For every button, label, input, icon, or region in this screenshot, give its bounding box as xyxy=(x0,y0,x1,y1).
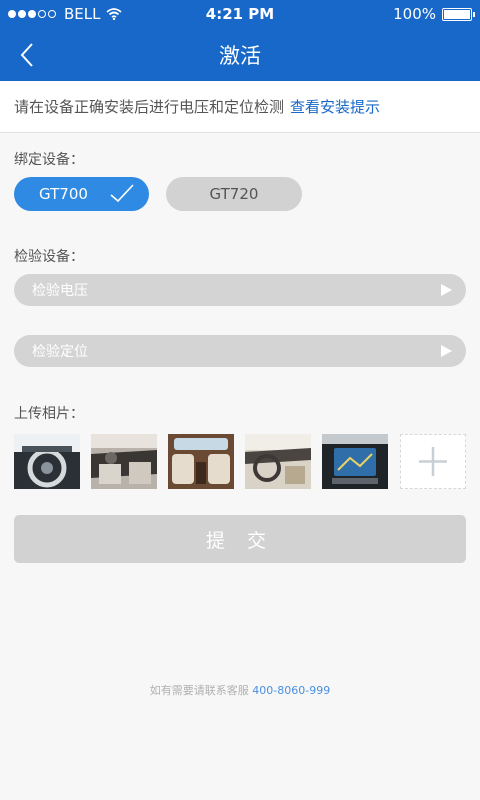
device-option-label: GT720 xyxy=(209,185,259,203)
play-icon xyxy=(441,284,452,296)
check-voltage-button[interactable]: 检验电压 xyxy=(14,274,466,306)
rear-seats-photo[interactable] xyxy=(168,434,234,489)
device-option-gt720[interactable]: GT720 xyxy=(166,177,302,211)
service-phone-link[interactable]: 400-8060-999 xyxy=(252,684,330,697)
service-text: 如有需要请联系客服 xyxy=(149,684,249,697)
status-right: 100% xyxy=(393,5,475,23)
install-tip: 请在设备正确安装后进行电压和定位检测 查看安装提示 xyxy=(0,81,480,133)
front-cabin-photo[interactable] xyxy=(245,434,311,489)
customer-service-info: 如有需要请联系客服 400-8060-999 xyxy=(0,682,480,698)
dashboard-photo[interactable] xyxy=(91,434,157,489)
navigation-bar: 激活 xyxy=(0,28,480,81)
submit-button[interactable]: 提 交 xyxy=(14,515,466,563)
check-voltage-label: 检验电压 xyxy=(32,283,88,299)
checkmark-icon xyxy=(110,184,134,203)
tip-text: 请在设备正确安装后进行电压和定位检测 xyxy=(14,98,285,116)
navigation-screen-photo[interactable] xyxy=(322,434,388,489)
install-tip-link[interactable]: 查看安装提示 xyxy=(290,96,380,117)
bind-device-label: 绑定设备： xyxy=(14,152,84,168)
add-photo-button[interactable] xyxy=(400,434,466,489)
page-title: 激活 xyxy=(219,44,261,68)
steering-wheel-photo[interactable] xyxy=(14,434,80,489)
check-location-button[interactable]: 检验定位 xyxy=(14,335,466,367)
check-device-label: 检验设备： xyxy=(14,249,84,265)
device-option-label: GT700 xyxy=(39,185,88,203)
status-bar: BELL 4:21 PM 100% xyxy=(0,0,480,28)
check-location-label: 检验定位 xyxy=(32,344,88,360)
battery-icon xyxy=(442,7,475,21)
play-icon xyxy=(441,345,452,357)
upload-photo-label: 上传相片： xyxy=(14,406,84,422)
plus-icon xyxy=(419,447,447,476)
device-option-gt700[interactable]: GT700 xyxy=(14,177,149,211)
battery-percent: 100% xyxy=(393,5,436,23)
